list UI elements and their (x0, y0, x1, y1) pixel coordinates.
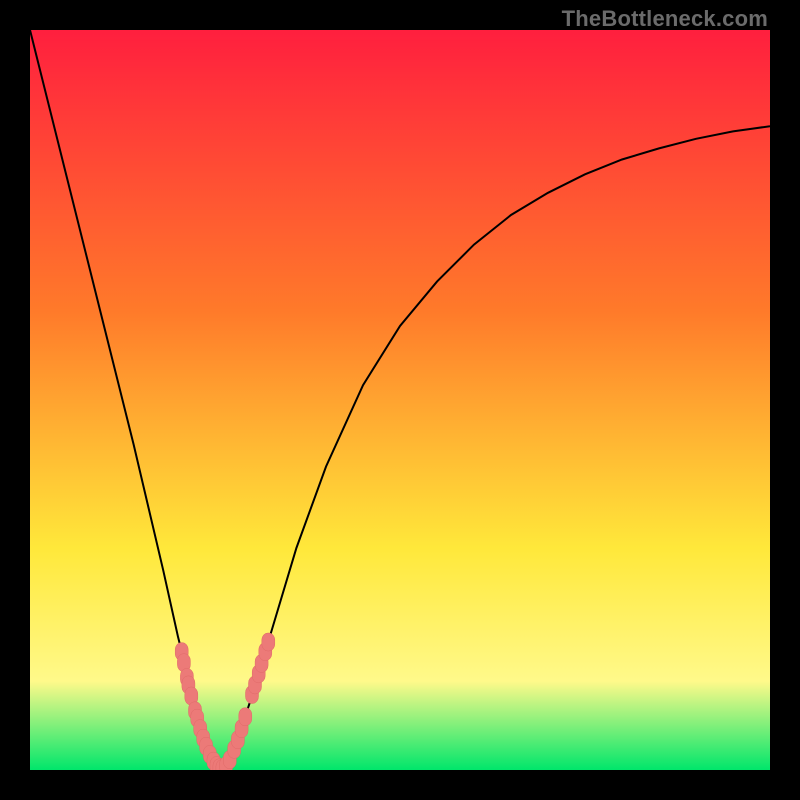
data-marker (262, 633, 275, 651)
gradient-background (30, 30, 770, 770)
plot-area (30, 30, 770, 770)
chart-frame: TheBottleneck.com (0, 0, 800, 800)
data-marker (239, 708, 252, 726)
watermark-text: TheBottleneck.com (562, 6, 768, 32)
chart-svg (30, 30, 770, 770)
